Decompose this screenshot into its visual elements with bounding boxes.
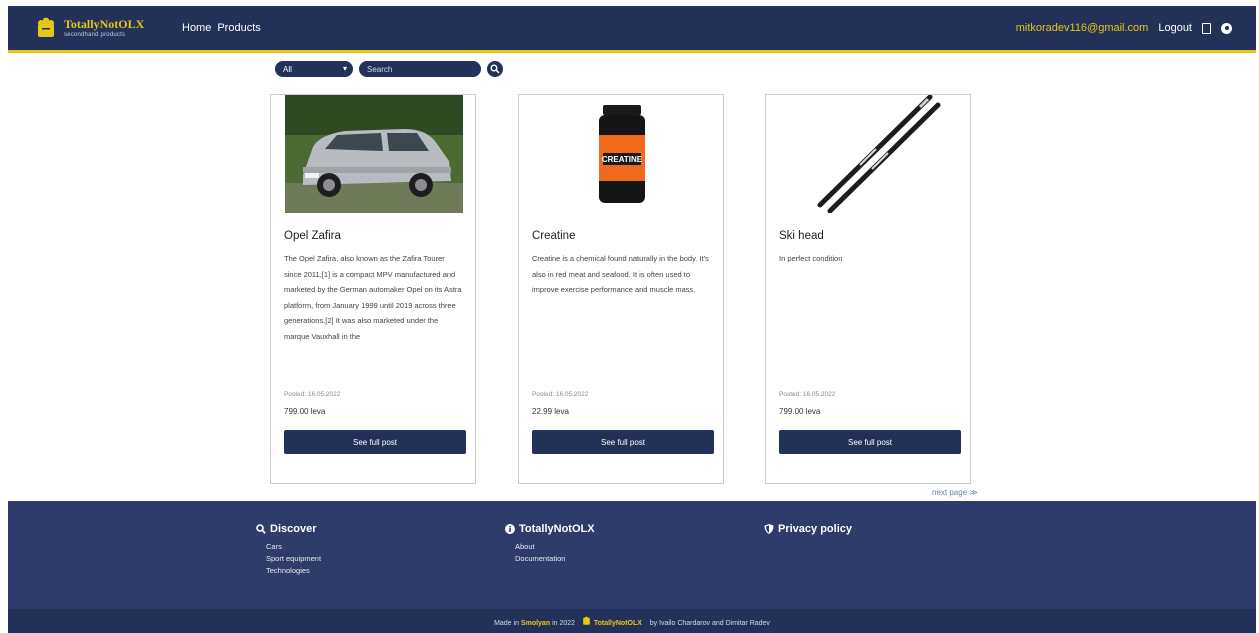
bookmark-icon[interactable] [1202, 22, 1211, 34]
copyright-authors: by Ivailo Chardarov and Dimitar Radev [649, 620, 770, 627]
user-email-link[interactable]: mitkoradev116@gmail.com [1016, 22, 1149, 34]
copyright-place: Smolyan [520, 620, 551, 627]
product-title: Opel Zafira [284, 230, 341, 242]
copyright: Made in Smolyan in 2022 TotallyNotOLX by… [8, 616, 1256, 627]
chevron-down-icon: ▾ [342, 64, 347, 73]
footer-col-totallynotolx: TotallyNotOLX About Documentation [505, 523, 595, 565]
search-placeholder: Search [367, 64, 393, 74]
category-select-value: All [283, 64, 292, 74]
product-image-creatine: CREATINE [533, 95, 711, 213]
product-price: 799.00 leva [779, 407, 821, 416]
footer-bottom-bar: Made in Smolyan in 2022 TotallyNotOLX by… [8, 609, 1256, 633]
product-price: 799.00 leva [284, 407, 326, 416]
info-icon [505, 524, 515, 534]
product-price: 22.99 leva [532, 407, 569, 416]
footer-heading-privacy-policy[interactable]: Privacy policy [778, 523, 852, 535]
nav-user-area: mitkoradev116@gmail.com Logout [1016, 22, 1232, 34]
footer-link-cars[interactable]: Cars [266, 541, 321, 553]
next-page-link[interactable]: next page ≫ [932, 488, 978, 497]
nav-link-products[interactable]: Products [217, 22, 260, 34]
product-image-car [285, 95, 463, 213]
shield-icon [764, 524, 774, 534]
search-icon [256, 524, 266, 534]
search-input[interactable]: Search [359, 61, 481, 77]
gear-icon[interactable] [1221, 22, 1232, 34]
product-card: Opel Zafira The Opel Zafira, also known … [270, 94, 476, 484]
copyright-brand: TotallyNotOLX [593, 620, 642, 627]
product-image-ski [780, 95, 958, 213]
footer-link-about[interactable]: About [515, 541, 595, 553]
search-icon [490, 64, 500, 74]
brand-logo-icon [34, 16, 58, 40]
footer-link-sport-equipment[interactable]: Sport equipment [266, 553, 321, 565]
brand[interactable]: TotallyNotOLX secondhand products [34, 16, 174, 40]
product-title: Creatine [532, 230, 576, 242]
product-posted-date: Posted: 16.05.2022 [779, 391, 836, 398]
nav-link-home[interactable]: Home [182, 22, 211, 34]
brand-name: TotallyNotOLX [64, 17, 145, 31]
product-card: CREATINE Creatine Creatine is a chemical… [518, 94, 724, 484]
product-posted-date: Posted: 16.05.2022 [284, 391, 341, 398]
product-posted-date: Posted: 16.05.2022 [532, 391, 589, 398]
footer: Discover Cars Sport equipment Technologi… [8, 501, 1256, 633]
search-button[interactable] [487, 61, 503, 77]
product-card: Ski head In perfect condition Posted: 16… [765, 94, 971, 484]
see-full-post-button[interactable]: See full post [284, 430, 466, 454]
svg-text:CREATINE: CREATINE [602, 155, 643, 164]
footer-col-privacy: Privacy policy [764, 523, 852, 535]
footer-link-technologies[interactable]: Technologies [266, 565, 321, 577]
brand-tagline: secondhand products [64, 32, 126, 38]
footer-col-discover: Discover Cars Sport equipment Technologi… [256, 523, 321, 577]
product-description: Creatine is a chemical found naturally i… [532, 254, 709, 295]
see-full-post-button[interactable]: See full post [532, 430, 714, 454]
footer-link-documentation[interactable]: Documentation [515, 553, 595, 565]
footer-heading-discover: Discover [270, 523, 317, 535]
product-description: The Opel Zafira, also known as the Zafir… [284, 254, 462, 341]
category-select[interactable]: All ▾ [275, 61, 353, 77]
see-full-post-button[interactable]: See full post [779, 430, 961, 454]
navbar: TotallyNotOLX secondhand products Home P… [8, 6, 1256, 53]
nav-links: Home Products [182, 22, 261, 34]
product-title: Ski head [779, 230, 824, 242]
brand-logo-icon [583, 616, 590, 625]
product-description: In perfect condition [779, 254, 843, 263]
logout-link[interactable]: Logout [1158, 22, 1192, 34]
filter-bar: All ▾ Search [275, 61, 503, 77]
footer-heading-totallynotolx: TotallyNotOLX [519, 523, 595, 535]
